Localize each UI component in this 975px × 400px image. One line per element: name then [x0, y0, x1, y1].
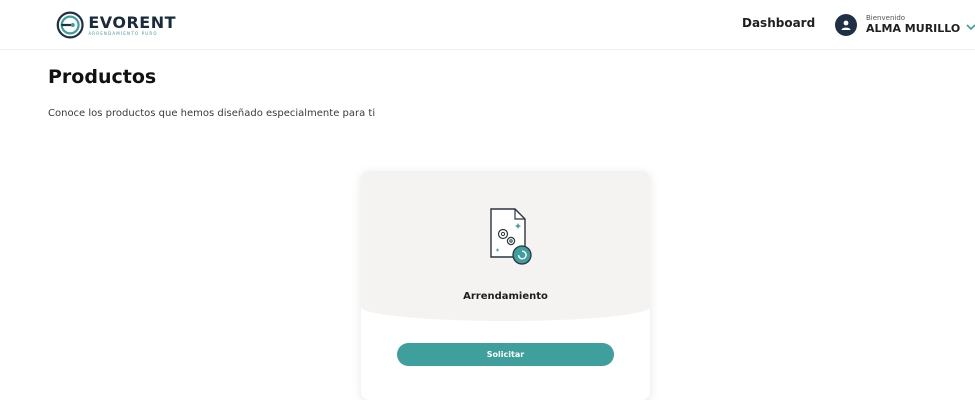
- top-header: EVORENT ARRENDAMIENTO PURO Dashboard Bie…: [0, 0, 975, 50]
- product-card-arrendamiento: Arrendamiento Solicitar: [361, 171, 650, 400]
- user-menu[interactable]: Bienvenido ALMA MURILLO: [835, 8, 975, 42]
- chevron-down-icon[interactable]: [966, 23, 975, 31]
- solicitar-button[interactable]: Solicitar: [397, 343, 614, 366]
- user-name: ALMA MURILLO: [866, 21, 961, 35]
- document-gears-refresh-icon: [490, 208, 532, 265]
- page-subtitle: Conoce los productos que hemos diseñado …: [48, 108, 376, 119]
- nav-dashboard-link[interactable]: Dashboard: [742, 16, 815, 30]
- evorent-logo-icon: [56, 11, 84, 39]
- evorent-logo[interactable]: EVORENT ARRENDAMIENTO PURO: [56, 8, 176, 42]
- user-avatar-icon: [835, 14, 857, 36]
- product-label: Arrendamiento: [463, 291, 548, 302]
- logo-wordmark: EVORENT: [88, 12, 176, 32]
- page-title: Productos: [48, 66, 157, 88]
- logo-tagline: ARRENDAMIENTO PURO: [88, 30, 158, 36]
